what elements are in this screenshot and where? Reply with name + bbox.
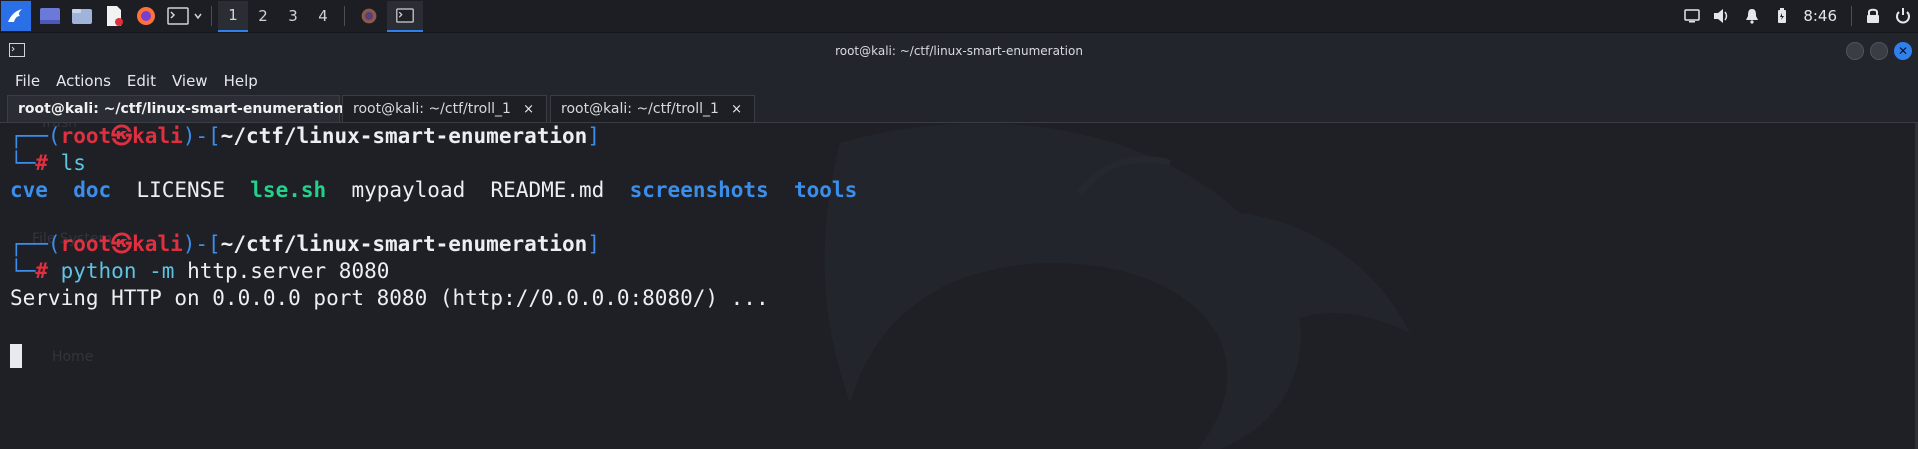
display-icon	[1684, 9, 1701, 23]
bell-icon	[1746, 9, 1759, 24]
kali-menu-button[interactable]	[1, 1, 31, 31]
ls-entry: mypayload	[351, 178, 466, 202]
ls-entry: LICENSE	[136, 178, 225, 202]
volume-icon	[1714, 9, 1728, 23]
menu-actions[interactable]: Actions	[56, 72, 111, 90]
logout-button[interactable]	[1888, 1, 1918, 31]
ls-entry: cve	[10, 178, 48, 202]
ls-entry: lse.sh	[250, 178, 327, 202]
tab-label: root@kali: ~/ctf/troll_1	[561, 101, 719, 117]
command-line: └─# ls	[10, 151, 86, 175]
workspace-4-button[interactable]: 4	[308, 1, 338, 32]
minimize-button[interactable]	[1846, 42, 1864, 60]
terminal-icon	[396, 7, 414, 23]
menu-bar: File Actions Edit View Help	[0, 69, 1918, 93]
volume-tray-button[interactable]	[1707, 1, 1737, 31]
desktop-home-label: Home	[52, 349, 94, 365]
prompt-line: ┌──(root㉿kali)-[~/ctf/linux-smart-enumer…	[10, 232, 600, 256]
panel-separator	[211, 6, 212, 26]
workspace-3-button[interactable]: 3	[278, 1, 308, 32]
tab-label: root@kali: ~/ctf/troll_1	[353, 101, 511, 117]
panel-separator	[344, 6, 345, 26]
terminal-icon	[167, 7, 189, 25]
tab-linux-smart-enumeration[interactable]: root@kali: ~/ctf/linux-smart-enumeration…	[7, 95, 355, 122]
close-icon[interactable]: ×	[523, 102, 534, 117]
window-titlebar[interactable]: root@kali: ~/ctf/linux-smart-enumeration…	[0, 33, 1918, 69]
firefox-icon	[137, 7, 155, 25]
taskbar-terminal-window[interactable]	[387, 0, 423, 32]
notifications-tray-button[interactable]	[1737, 1, 1767, 31]
close-button[interactable]: ✕	[1894, 42, 1912, 60]
clock[interactable]: 8:46	[1803, 7, 1837, 25]
battery-icon	[1778, 8, 1787, 23]
tab-troll-1[interactable]: root@kali: ~/ctf/troll_1 ×	[550, 95, 755, 122]
ls-entry: screenshots	[629, 178, 769, 202]
logout-icon	[1896, 8, 1910, 24]
ls-entry: tools	[794, 178, 858, 202]
battery-tray-button[interactable]	[1767, 1, 1797, 31]
menu-edit[interactable]: Edit	[127, 72, 156, 90]
show-desktop-launcher[interactable]	[37, 3, 63, 29]
taskbar-firefox-window[interactable]	[351, 1, 387, 32]
workspace-2-button[interactable]: 2	[248, 1, 278, 32]
close-icon[interactable]: ×	[731, 102, 742, 117]
tab-label: root@kali: ~/ctf/linux-smart-enumeration	[18, 101, 344, 117]
lock-screen-button[interactable]	[1858, 1, 1888, 31]
terminal-icon	[9, 43, 25, 57]
kali-dragon-watermark	[824, 123, 1410, 449]
menu-file[interactable]: File	[15, 72, 40, 90]
desktop-icon	[40, 8, 60, 24]
ls-entry: README.md	[490, 178, 605, 202]
chevron-down-icon[interactable]	[193, 11, 203, 21]
close-icon: ✕	[1897, 44, 1909, 58]
terminal-launcher[interactable]	[165, 3, 205, 29]
maximize-button[interactable]	[1870, 42, 1888, 60]
window-controls: ✕	[1846, 42, 1912, 60]
top-panel: 1 2 3 4 8:46	[0, 0, 1918, 33]
firefox-launcher[interactable]	[133, 3, 159, 29]
panel-separator	[1851, 6, 1852, 26]
command-line: └─# python -m http.server 8080	[10, 259, 390, 283]
server-output-line: Serving HTTP on 0.0.0.0 port 8080 (http:…	[10, 286, 769, 310]
system-tray: 8:46	[1677, 0, 1918, 33]
workspace-1-button[interactable]: 1	[218, 0, 248, 32]
ls-output-line: cve doc LICENSE lse.sh mypayload README.…	[10, 177, 857, 204]
file-manager-launcher[interactable]	[69, 3, 95, 29]
lock-icon	[1867, 8, 1879, 23]
text-editor-icon	[107, 6, 123, 26]
terminal-cursor	[10, 344, 22, 368]
window-title: root@kali: ~/ctf/linux-smart-enumeration	[835, 44, 1083, 58]
firefox-icon	[361, 8, 377, 24]
tab-troll-1[interactable]: root@kali: ~/ctf/troll_1 ×	[342, 95, 547, 122]
menu-view[interactable]: View	[172, 72, 208, 90]
menu-help[interactable]: Help	[224, 72, 258, 90]
display-tray-button[interactable]	[1677, 1, 1707, 31]
text-editor-launcher[interactable]	[101, 3, 127, 29]
ls-entry: doc	[73, 178, 112, 202]
file-manager-icon	[72, 9, 92, 24]
tab-bar: root@kali: ~/ctf/linux-smart-enumeration…	[0, 93, 1918, 123]
terminal-output[interactable]: Trash File System Home ┌──(root㉿kali)-[~…	[0, 123, 1918, 449]
kali-dragon-icon	[8, 9, 22, 22]
prompt-line: ┌──(root㉿kali)-[~/ctf/linux-smart-enumer…	[10, 124, 600, 148]
